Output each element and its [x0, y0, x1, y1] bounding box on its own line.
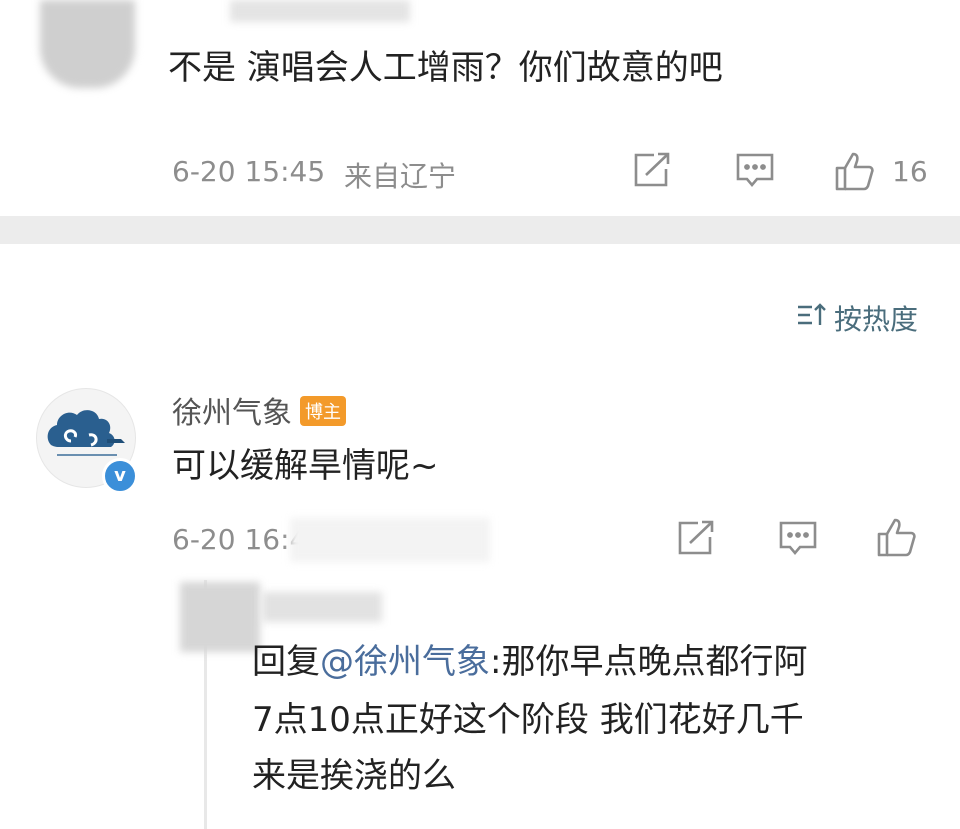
- reply-line-1: 回复@徐州气象:那你早点晚点都行阿: [252, 642, 807, 683]
- reply-line-1-text: :那你早点晚点都行阿: [490, 642, 808, 682]
- sort-by-hot-button[interactable]: 按热度: [796, 298, 918, 338]
- blurred-avatar-top: [40, 0, 135, 88]
- verified-icon: v: [102, 458, 138, 494]
- comment-2-time: 6-20 16:4: [172, 523, 308, 556]
- comment-1-like-count: 16: [892, 155, 928, 188]
- comment-1-location: 来自辽宁: [344, 160, 457, 193]
- reply-line-2: 7点10点正好这个阶段 我们花好几千: [252, 700, 804, 740]
- share-icon[interactable]: [676, 520, 716, 556]
- sort-label: 按热度: [833, 303, 918, 336]
- comment-icon[interactable]: [735, 152, 775, 190]
- comment-2-username-row: 徐州气象 博主: [172, 388, 346, 432]
- blurred-reply-username: [262, 592, 382, 622]
- blogger-badge: 博主: [300, 395, 346, 426]
- reply-line-3: 来是挨浇的么: [252, 756, 456, 796]
- comment-1-time: 6-20 15:45: [172, 155, 326, 188]
- like-icon[interactable]: [876, 516, 918, 558]
- reply-prefix: 回复: [252, 642, 320, 682]
- blurred-time-overlay: [290, 518, 490, 562]
- section-divider: [0, 216, 960, 244]
- blurred-reply-avatar: [180, 582, 260, 652]
- comment-1-text: 不是 演唱会人工增雨？你们故意的吧: [168, 48, 723, 88]
- comment-2-username[interactable]: 徐州气象: [172, 396, 292, 431]
- sort-icon: [796, 301, 828, 336]
- comment-icon[interactable]: [778, 520, 818, 558]
- like-icon[interactable]: [834, 150, 876, 192]
- comment-2-text: 可以缓解旱情呢~: [172, 446, 439, 486]
- share-icon[interactable]: [632, 152, 672, 188]
- reply-mention-link[interactable]: @徐州气象: [320, 642, 490, 682]
- blurred-username-top: [230, 0, 410, 22]
